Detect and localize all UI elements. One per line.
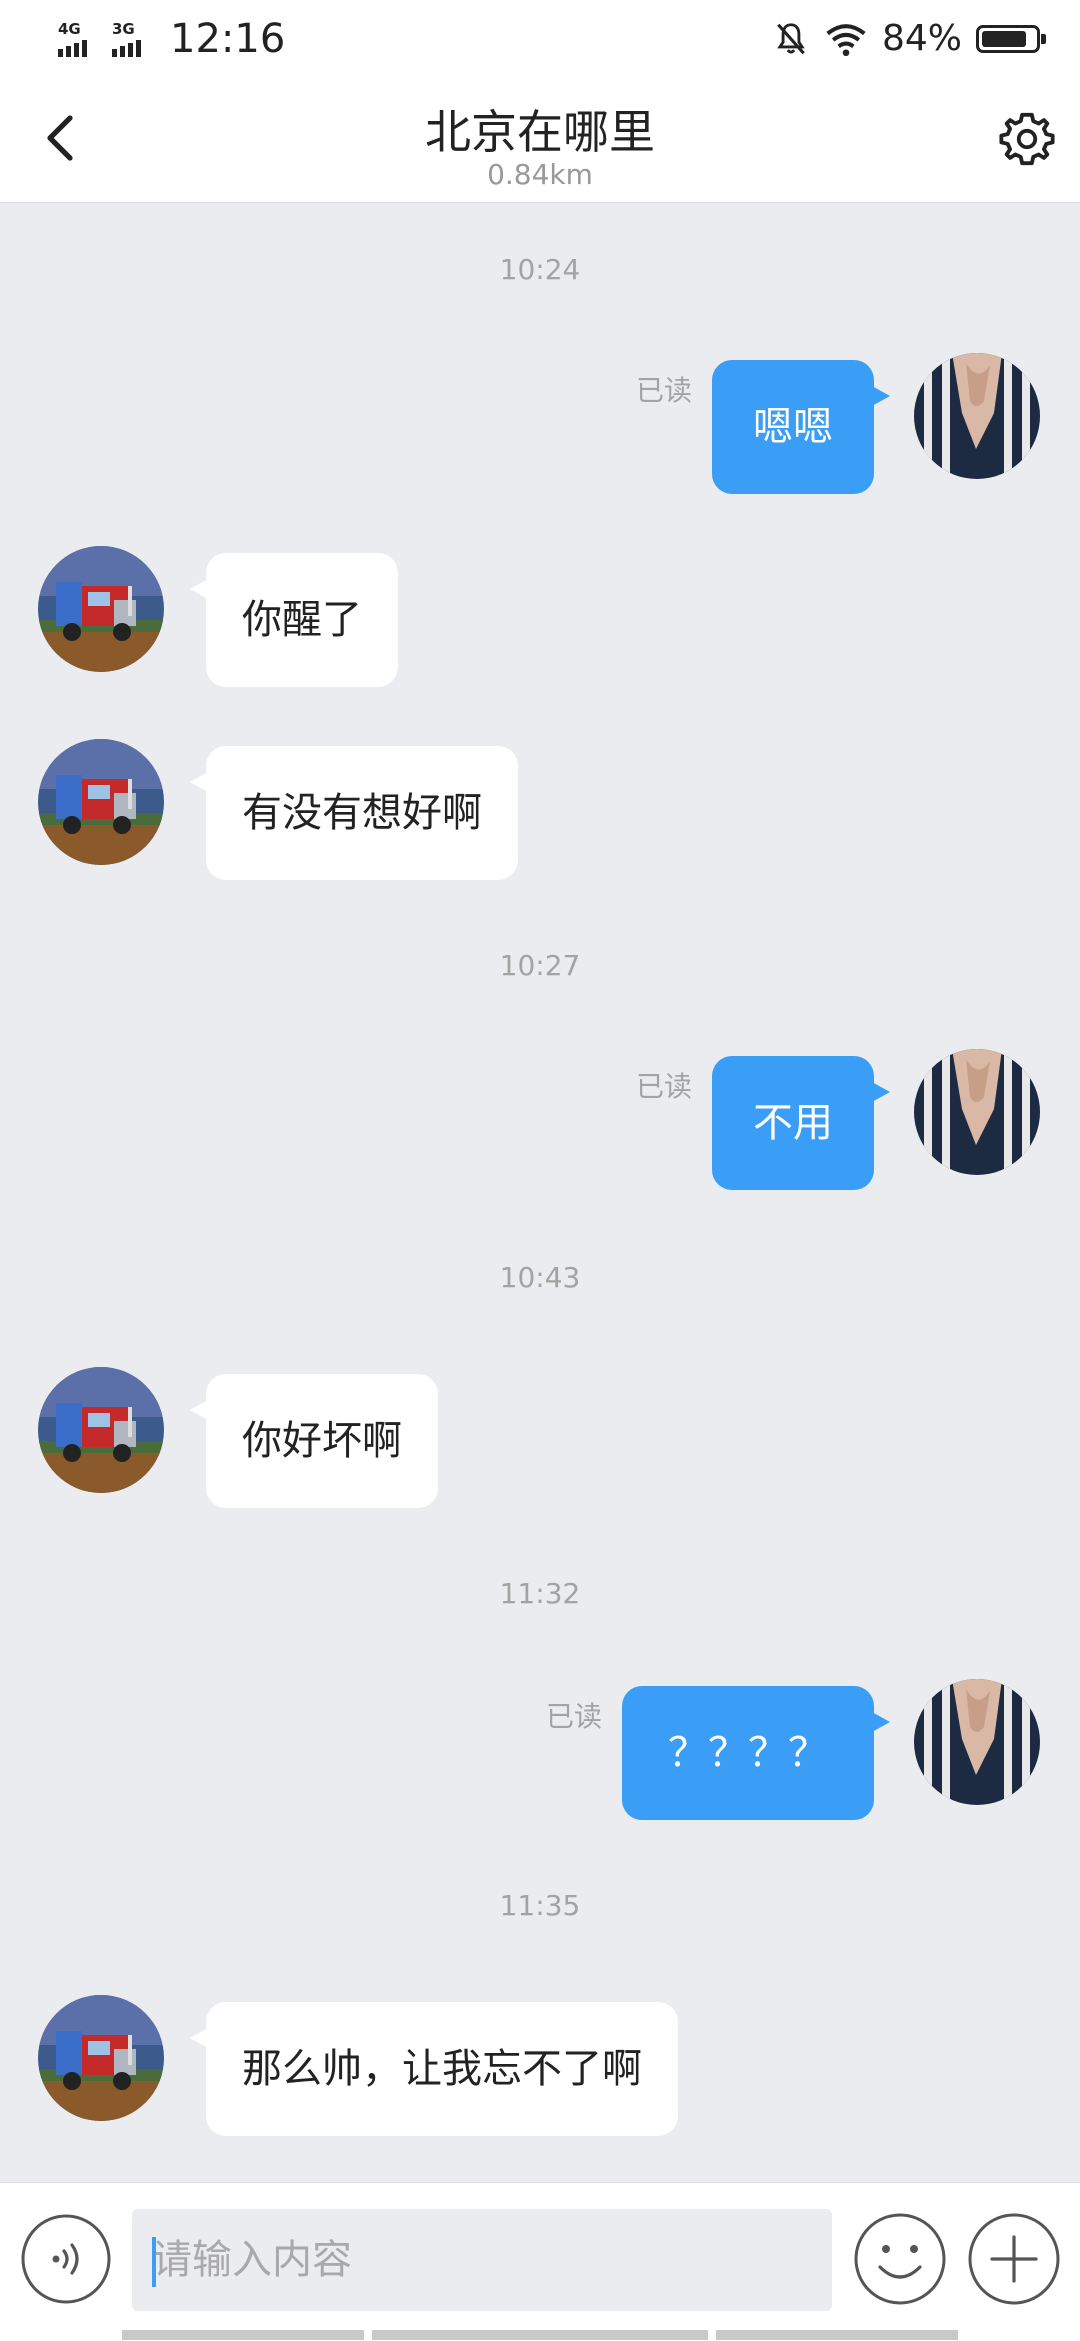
contact-avatar[interactable] xyxy=(38,546,164,672)
read-receipt: 已读 xyxy=(546,1700,603,1733)
message-bubble-incoming[interactable]: 你醒了 xyxy=(190,553,398,687)
text-cursor xyxy=(152,2237,156,2287)
message-list[interactable]: 10:24 已读 嗯嗯 你醒了 有没有想好啊 10:27 已读 不用 10:43… xyxy=(0,203,1080,2181)
nav-indicator xyxy=(122,2330,364,2340)
distance-label: 0.84km xyxy=(487,158,593,191)
battery-percent: 84% xyxy=(881,18,962,59)
contact-avatar[interactable] xyxy=(38,1367,164,1493)
timestamp: 10:43 xyxy=(499,1261,581,1294)
timestamp: 11:35 xyxy=(499,1889,581,1922)
network-type-3g: 3G xyxy=(112,20,135,38)
signal-4g-icon: 4G xyxy=(58,20,87,57)
signal-3g-icon: 3G xyxy=(112,20,141,57)
message-bubble-outgoing[interactable]: 不用 xyxy=(712,1056,890,1190)
status-time: 12:16 xyxy=(170,16,286,62)
contact-avatar[interactable] xyxy=(38,739,164,865)
message-bubble-outgoing[interactable]: 嗯嗯 xyxy=(712,360,890,494)
chat-header: 北京在哪里 0.84km xyxy=(0,84,1080,203)
message-input[interactable] xyxy=(132,2209,832,2311)
message-bubble-incoming[interactable]: 你好坏啊 xyxy=(190,1374,438,1508)
timestamp: 11:32 xyxy=(499,1577,581,1610)
input-bar xyxy=(0,2182,1080,2341)
my-avatar[interactable] xyxy=(914,1679,1040,1805)
wifi-icon xyxy=(826,23,866,56)
read-receipt: 已读 xyxy=(636,374,693,407)
status-bar: 4G 3G 12:16 84% xyxy=(0,0,1080,84)
voice-icon[interactable] xyxy=(20,2213,112,2305)
message-bubble-outgoing[interactable]: ？？？？ xyxy=(622,1686,890,1820)
timestamp: 10:24 xyxy=(499,253,581,286)
message-bubble-incoming[interactable]: 有没有想好啊 xyxy=(190,746,518,880)
my-avatar[interactable] xyxy=(914,353,1040,479)
message-bubble-incoming[interactable]: 那么帅，让我忘不了啊 xyxy=(190,2002,678,2136)
timestamp: 10:27 xyxy=(499,949,581,982)
battery-level-fill xyxy=(982,30,1026,47)
battery-icon xyxy=(976,24,1046,53)
nav-indicator xyxy=(716,2330,958,2340)
bell-off-icon xyxy=(777,22,805,54)
network-type-4g: 4G xyxy=(58,20,81,38)
contact-avatar[interactable] xyxy=(38,1995,164,2121)
gear-icon[interactable] xyxy=(998,110,1056,168)
nav-indicator xyxy=(372,2330,708,2340)
page-title: 北京在哪里 xyxy=(425,105,655,159)
plus-icon[interactable] xyxy=(966,2211,1062,2307)
read-receipt: 已读 xyxy=(636,1070,693,1103)
my-avatar[interactable] xyxy=(914,1049,1040,1175)
smiley-icon[interactable] xyxy=(852,2211,948,2307)
